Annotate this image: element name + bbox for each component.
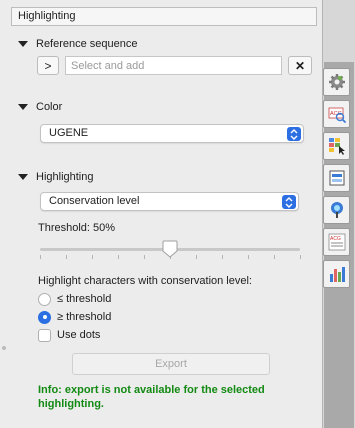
reference-sequence-label: Reference sequence: [36, 38, 138, 50]
slider-tick: [118, 255, 119, 259]
collapse-triangle-icon: [18, 104, 28, 110]
use-dots-checkbox-row[interactable]: Use dots: [38, 328, 100, 342]
use-dots-label: Use dots: [57, 329, 101, 341]
highlighting-label: Highlighting: [36, 171, 94, 183]
tree-icon[interactable]: [323, 196, 350, 224]
collapse-triangle-icon: [18, 174, 28, 180]
slider-tick: [40, 255, 41, 259]
highlighting-scheme-value: Conservation level: [49, 195, 140, 207]
slider-tick: [222, 255, 223, 259]
statistics-icon[interactable]: ACG: [323, 228, 350, 256]
reference-sequence-input[interactable]: [65, 56, 282, 75]
select-chevron-icon: [282, 195, 296, 209]
highlighting-icon[interactable]: [323, 132, 350, 160]
clear-reference-button[interactable]: ✕: [288, 56, 312, 75]
svg-text:ACG: ACG: [330, 236, 341, 242]
settings-gear-icon[interactable]: [323, 68, 350, 96]
color-header[interactable]: Color: [18, 100, 62, 114]
radio-greater-equal-threshold[interactable]: ≥ threshold: [38, 310, 111, 324]
add-reference-button[interactable]: >: [37, 56, 59, 75]
slider-tick: [274, 255, 275, 259]
sequence-search-icon[interactable]: ACG: [323, 100, 350, 128]
options-panel: Highlighting Reference sequence > ✕ Colo…: [0, 0, 322, 428]
threshold-slider-thumb[interactable]: [162, 240, 178, 258]
slider-tick: [144, 255, 145, 259]
slider-tick: [300, 255, 301, 259]
collapse-triangle-icon: [18, 41, 28, 47]
splitter-handle[interactable]: [2, 346, 6, 350]
radio-less-equal-threshold[interactable]: ≤ threshold: [38, 292, 111, 306]
bar-chart-icon[interactable]: [323, 260, 350, 288]
export-info-message: Info: export is not available for the se…: [38, 384, 265, 410]
conservation-level-label: Highlight characters with conservation l…: [38, 275, 252, 287]
use-dots-checkbox[interactable]: [38, 328, 51, 342]
radio-less-equal-label: ≤ threshold: [57, 293, 112, 305]
alignment-icon[interactable]: [323, 164, 350, 192]
highlighting-scheme-select[interactable]: Conservation level: [40, 192, 299, 211]
threshold-label: Threshold: 50%: [38, 222, 116, 234]
slider-tick: [92, 255, 93, 259]
panel-title: Highlighting: [11, 7, 317, 26]
export-button[interactable]: Export: [72, 353, 270, 375]
highlighting-header[interactable]: Highlighting: [18, 170, 93, 184]
slider-tick: [196, 255, 197, 259]
reference-sequence-header[interactable]: Reference sequence: [18, 37, 138, 51]
color-label: Color: [36, 101, 63, 113]
select-chevron-icon: [287, 127, 301, 141]
color-scheme-value: UGENE: [49, 127, 89, 139]
radio-button-selected[interactable]: [38, 310, 51, 324]
slider-tick: [248, 255, 249, 259]
radio-greater-equal-label: ≥ threshold: [57, 311, 112, 323]
radio-button[interactable]: [38, 292, 51, 306]
slider-tick: [66, 255, 67, 259]
color-scheme-select[interactable]: UGENE: [40, 124, 304, 143]
